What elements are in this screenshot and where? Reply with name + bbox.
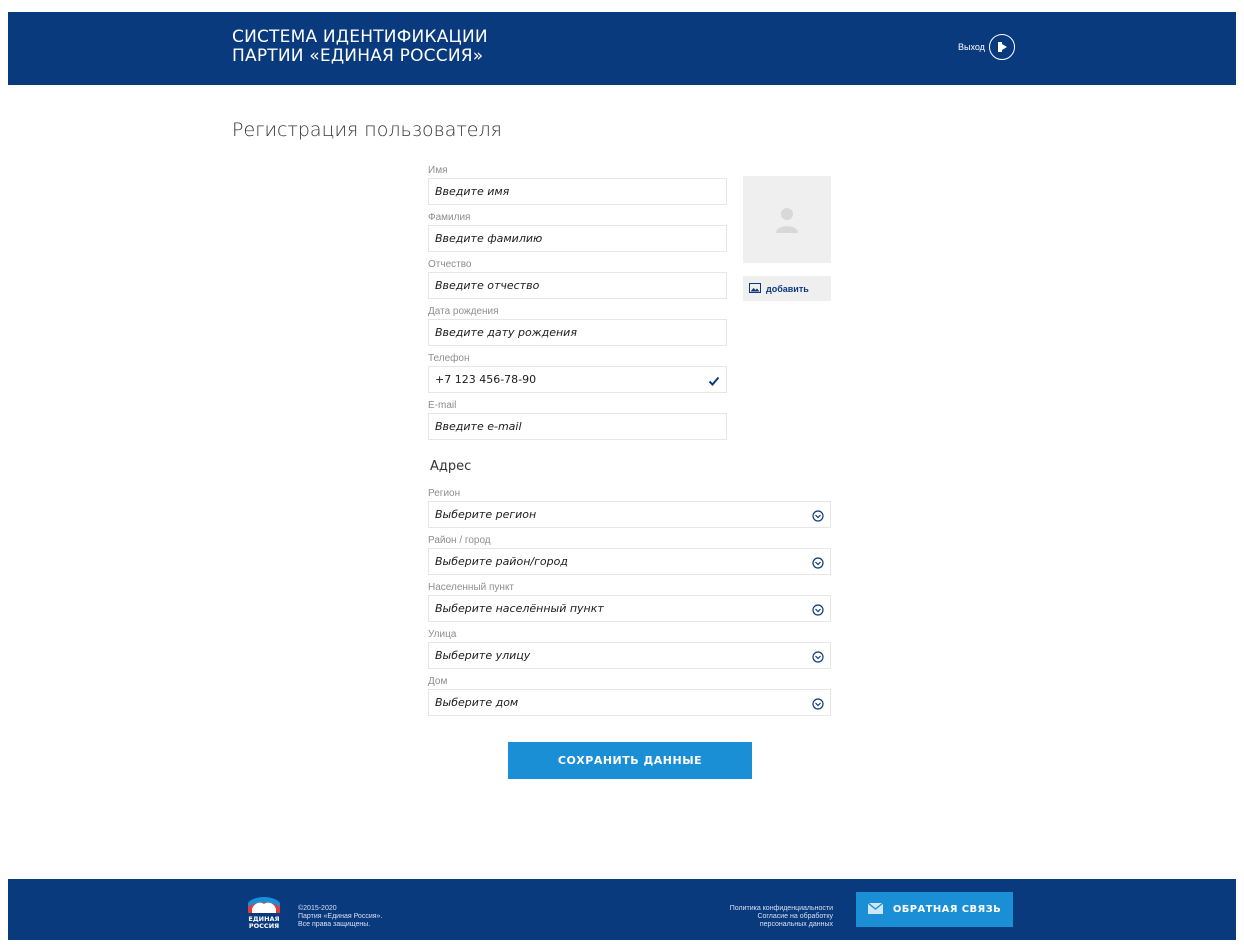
save-button[interactable]: СОХРАНИТЬ ДАННЫЕ <box>508 742 752 779</box>
locality-field-group: Населенный пункт Выберите населённый пун… <box>428 582 831 622</box>
region-label: Регион <box>428 488 461 499</box>
phone-label: Телефон <box>428 353 470 364</box>
first-name-box <box>428 178 727 205</box>
page-frame: СИСТЕМА ИДЕНТИФИКАЦИИ ПАРТИИ «ЕДИНАЯ РОС… <box>8 12 1236 940</box>
chevron-down-circle-icon[interactable] <box>812 650 824 668</box>
privacy-policy-link[interactable]: Политика конфиденциальности <box>688 905 833 913</box>
region-value: Выберите регион <box>435 508 537 521</box>
photo-placeholder <box>743 176 831 263</box>
feedback-label: ОБРАТНАЯ СВЯЗЬ <box>892 904 1002 915</box>
email-box <box>428 413 727 440</box>
street-value: Выберите улицу <box>435 649 531 662</box>
first-name-field-group: Имя <box>428 165 727 205</box>
add-photo-button[interactable]: добавить <box>743 276 831 301</box>
add-photo-label: добавить <box>766 283 809 294</box>
feedback-button[interactable]: ОБРАТНАЯ СВЯЗЬ <box>856 892 1013 927</box>
logo-text-line-2: РОССИЯ <box>249 922 279 930</box>
district-field-group: Район / город Выберите район/город <box>428 535 831 575</box>
house-value: Выберите дом <box>435 696 519 709</box>
patronymic-label: Отчество <box>428 259 472 270</box>
birth-date-label: Дата рождения <box>428 306 499 317</box>
consent-link-line-2[interactable]: персональных данных <box>688 921 833 929</box>
birth-date-field-group: Дата рождения <box>428 306 727 346</box>
phone-field-group: Телефон +7 123 456-78-90 <box>428 353 727 393</box>
locality-select[interactable]: Выберите населённый пункт <box>428 595 831 622</box>
first-name-label: Имя <box>428 165 448 176</box>
locality-label: Населенный пункт <box>428 582 515 593</box>
header-bar: СИСТЕМА ИДЕНТИФИКАЦИИ ПАРТИИ «ЕДИНАЯ РОС… <box>8 12 1236 85</box>
user-avatar-icon <box>776 207 798 233</box>
street-label: Улица <box>428 629 457 640</box>
region-select[interactable]: Выберите регион <box>428 501 831 528</box>
chevron-down-circle-icon[interactable] <box>812 556 824 574</box>
image-icon <box>749 282 761 295</box>
district-label: Район / город <box>428 535 491 546</box>
envelope-icon <box>867 901 884 917</box>
last-name-field-group: Фамилия <box>428 212 727 252</box>
checkmark-icon <box>708 374 720 392</box>
phone-input[interactable]: +7 123 456-78-90 <box>435 373 536 386</box>
house-field-group: Дом Выберите дом <box>428 676 831 716</box>
brand-line-1: СИСТЕМА ИДЕНТИФИКАЦИИ <box>232 27 488 47</box>
consent-link-line-1[interactable]: Согласие на обработку <box>688 913 833 921</box>
footer-links: Политика конфиденциальности Согласие на … <box>688 905 833 929</box>
email-label: E-mail <box>428 400 457 411</box>
region-field-group: Регион Выберите регион <box>428 488 831 528</box>
house-select[interactable]: Выберите дом <box>428 689 831 716</box>
patronymic-box <box>428 272 727 299</box>
street-field-group: Улица Выберите улицу <box>428 629 831 669</box>
logout-button[interactable]: Выход <box>958 34 1015 60</box>
email-input[interactable] <box>435 420 720 433</box>
party-logo[interactable]: ЕДИНАЯ РОССИЯ <box>246 891 282 931</box>
footer-copyright: ©2015-2020 Партия «Единая Россия». Все п… <box>298 905 382 929</box>
birth-date-input[interactable] <box>435 326 720 339</box>
district-value: Выберите район/город <box>435 555 568 568</box>
brand-title[interactable]: СИСТЕМА ИДЕНТИФИКАЦИИ ПАРТИИ «ЕДИНАЯ РОС… <box>232 28 488 66</box>
last-name-input[interactable] <box>435 232 720 245</box>
locality-value: Выберите населённый пункт <box>435 602 604 615</box>
patronymic-field-group: Отчество <box>428 259 727 299</box>
copyright-line-2: Партия «Единая Россия». <box>298 913 383 920</box>
chevron-down-circle-icon[interactable] <box>812 509 824 527</box>
address-section-title: Адрес <box>430 459 472 474</box>
logout-icon[interactable] <box>988 34 1015 60</box>
copyright-line-1: ©2015-2020 <box>298 905 337 912</box>
chevron-down-circle-icon[interactable] <box>812 697 824 715</box>
copyright-line-3: Все права защищены. <box>298 921 371 928</box>
footer: ЕДИНАЯ РОССИЯ ©2015-2020 Партия «Единая … <box>8 879 1236 940</box>
last-name-box <box>428 225 727 252</box>
patronymic-input[interactable] <box>435 279 720 292</box>
district-select[interactable]: Выберите район/город <box>428 548 831 575</box>
house-label: Дом <box>428 676 448 687</box>
logout-label: Выход <box>958 42 985 52</box>
street-select[interactable]: Выберите улицу <box>428 642 831 669</box>
brand-line-2: ПАРТИИ «ЕДИНАЯ РОССИЯ» <box>232 46 484 66</box>
birth-date-box <box>428 319 727 346</box>
chevron-down-circle-icon[interactable] <box>812 603 824 621</box>
last-name-label: Фамилия <box>428 212 471 223</box>
first-name-input[interactable] <box>435 185 720 198</box>
phone-box[interactable]: +7 123 456-78-90 <box>428 366 727 393</box>
email-field-group: E-mail <box>428 400 727 440</box>
page-title: Регистрация пользователя <box>232 119 502 141</box>
